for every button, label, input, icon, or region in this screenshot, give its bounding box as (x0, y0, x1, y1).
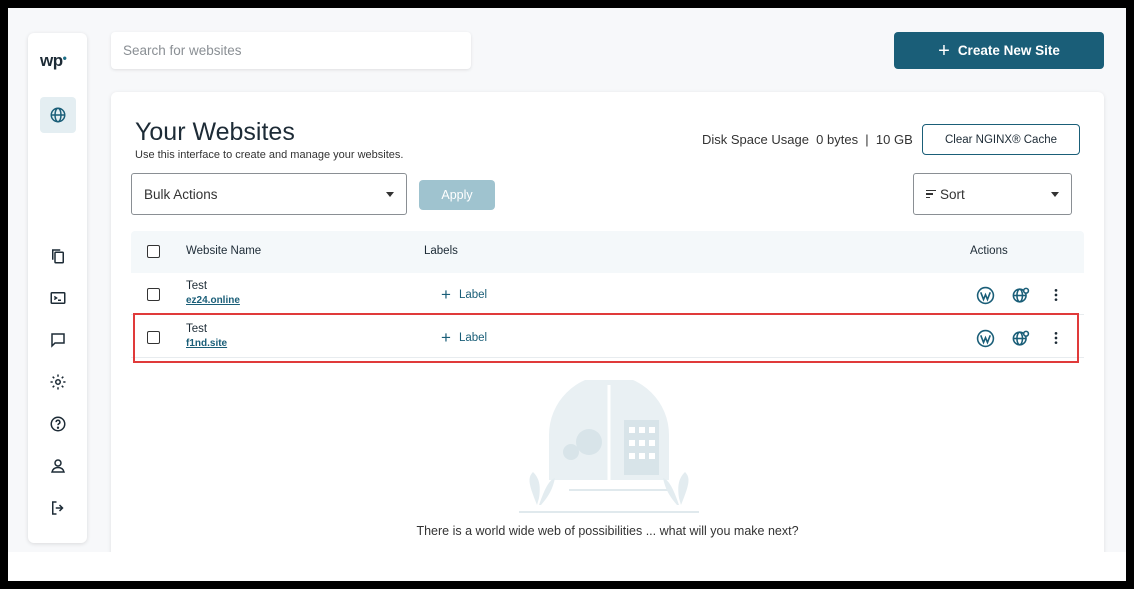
user-icon (51, 459, 65, 473)
wp-logo[interactable]: wp• (40, 51, 67, 71)
bulk-actions-select[interactable]: Bulk Actions (131, 173, 407, 215)
add-label-button[interactable]: + Label (441, 286, 487, 303)
page-subtitle: Use this interface to create and manage … (135, 149, 404, 161)
app-frame: wp• + Create New Site Yo (8, 8, 1126, 552)
chevron-down-icon (1051, 191, 1059, 197)
table-header: Website Name Labels Actions (131, 231, 1084, 273)
table-row: Test ez24.online + Label (131, 273, 1084, 315)
highlight-box (133, 313, 1079, 363)
header-website-name: Website Name (186, 245, 262, 257)
header-labels: Labels (424, 245, 458, 257)
sidebar-chat-button[interactable] (40, 322, 76, 358)
sidebar-copy-button[interactable] (40, 238, 76, 274)
more-vertical-icon[interactable] (1046, 285, 1066, 305)
terminal-icon (50, 292, 66, 304)
page-title: Your Websites (135, 118, 295, 146)
row-checkbox[interactable] (147, 288, 160, 301)
sidebar-help-button[interactable] (40, 406, 76, 442)
site-url-link[interactable]: ez24.online (186, 295, 240, 306)
empty-state-text: There is a world wide web of possibiliti… (416, 524, 799, 538)
copy-icon (52, 249, 64, 264)
apply-button[interactable]: Apply (419, 180, 495, 210)
header-actions: Actions (970, 245, 1008, 257)
bottom-margin (8, 552, 1126, 581)
sidebar-account-button[interactable] (40, 448, 76, 484)
sidebar: wp• (28, 33, 87, 543)
globe-settings-icon[interactable] (1010, 285, 1030, 305)
add-label-text: Label (458, 288, 488, 301)
sidebar-settings-button[interactable] (40, 364, 76, 400)
plus-icon: + (938, 39, 950, 62)
sort-icon (926, 188, 936, 200)
wordpress-icon[interactable] (975, 285, 995, 305)
help-icon (50, 416, 66, 432)
chat-icon (51, 333, 65, 348)
websites-card: Your Websites Use this interface to crea… (111, 92, 1104, 552)
create-new-site-label: Create New Site (957, 43, 1060, 58)
gear-icon (50, 374, 66, 390)
chevron-down-icon (386, 191, 394, 197)
sidebar-terminal-button[interactable] (40, 280, 76, 316)
site-name: Test (186, 280, 208, 292)
create-new-site-button[interactable]: + Create New Site (894, 32, 1104, 69)
sort-select[interactable]: Sort (913, 173, 1072, 215)
globe-icon (50, 107, 66, 123)
plus-icon: + (441, 285, 451, 304)
empty-state-illustration (519, 380, 699, 513)
select-all-checkbox[interactable] (147, 245, 160, 258)
disk-usage: Disk Space Usage 0 bytes | 10 GB (702, 132, 913, 147)
sort-label: Sort (940, 186, 965, 202)
sidebar-logout-button[interactable] (40, 490, 76, 526)
bulk-actions-label: Bulk Actions (144, 186, 218, 202)
logout-icon (52, 501, 64, 515)
sidebar-websites-button[interactable] (40, 97, 76, 133)
search-input[interactable] (111, 32, 471, 69)
clear-cache-button[interactable]: Clear NGINX® Cache (922, 124, 1080, 155)
